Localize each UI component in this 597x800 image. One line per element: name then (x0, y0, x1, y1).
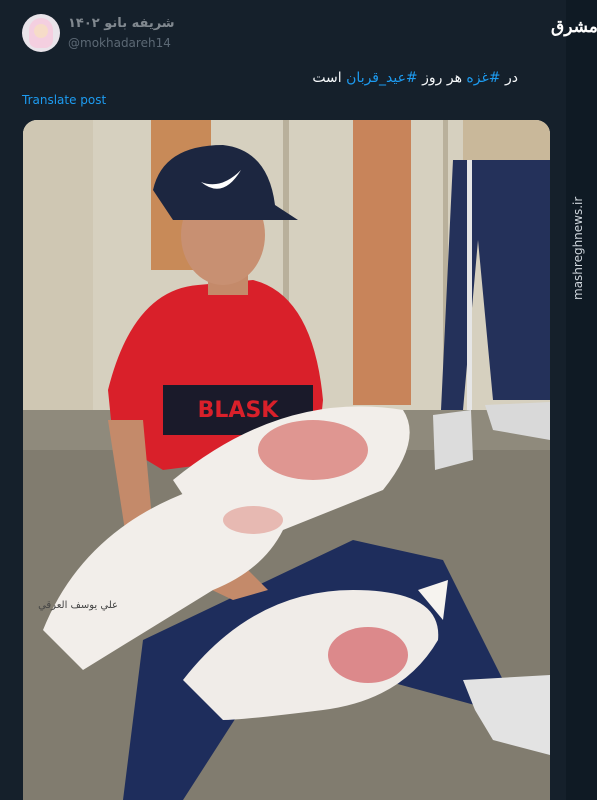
hashtag-gaza[interactable]: #غزه (466, 70, 500, 86)
text-middle: هر روز (417, 70, 467, 86)
watermark-strip (566, 0, 597, 800)
hashtag-eid[interactable]: #عید_قربان (346, 70, 418, 86)
shroud-label: علي يوسف العرقي (38, 600, 118, 611)
shirt-print: BLASK (198, 398, 280, 423)
translate-post-link[interactable]: Translate post (22, 93, 106, 107)
tweet-text: در #غزه هر روز #عید_قربان است (312, 70, 518, 86)
text-before: در (500, 70, 518, 86)
text-after: است (312, 70, 347, 86)
post-photo[interactable]: BLASK علي يوسف العرقي (23, 120, 550, 800)
avatar[interactable] (22, 14, 60, 52)
mashregh-logo: مشرق (551, 17, 597, 37)
sneaker (433, 410, 473, 470)
tweet-post: شریفه بانو ۱۴۰۲ @mokhadareh14 در #غزه هر… (0, 0, 566, 800)
user-handle[interactable]: @mokhadareh14 (68, 36, 171, 50)
wall-rust-stripe-2 (353, 120, 411, 405)
standing-person-legs (441, 160, 550, 410)
photo-illustration: BLASK علي يوسف العرقي (23, 120, 550, 800)
display-name[interactable]: شریفه بانو ۱۴۰۲ (68, 16, 175, 31)
watermark-url-text: mashreghnews.ir (571, 196, 585, 300)
avatar-face (34, 24, 48, 38)
